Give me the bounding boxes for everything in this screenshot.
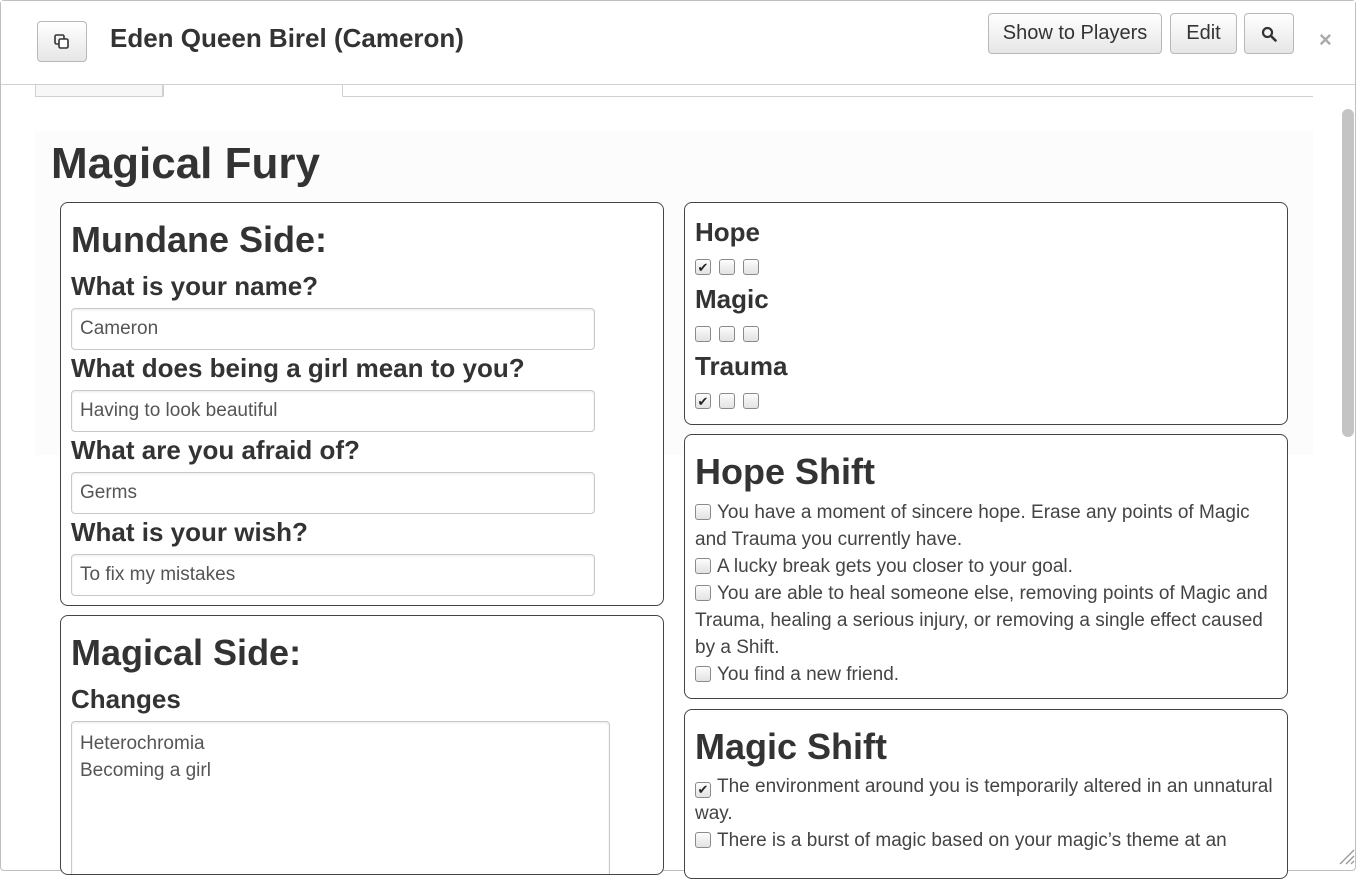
checkbox-checked[interactable]: ✔	[695, 393, 711, 409]
resize-handle-icon[interactable]	[1337, 847, 1355, 865]
name-input[interactable]: Cameron	[71, 308, 595, 350]
dialog-title: Eden Queen Birel (Cameron)	[110, 23, 464, 53]
changes-textarea[interactable]: Heterochromia Becoming a girl	[71, 721, 610, 874]
checkbox[interactable]	[695, 585, 711, 601]
dialog-titlebar: Eden Queen Birel (Cameron) Show to Playe…	[1, 1, 1355, 85]
checkbox-checked[interactable]: ✔	[695, 259, 711, 275]
edit-button[interactable]: Edit	[1170, 13, 1237, 54]
checkbox[interactable]	[695, 832, 711, 848]
magic-label: Magic	[695, 284, 769, 314]
magic-shift-list: ✔ The environment around you is temporari…	[695, 773, 1275, 854]
scrollbar[interactable]	[1342, 109, 1354, 437]
magical-heading: Magical Side:	[71, 632, 302, 673]
shift-item-text: There is a burst of magic based on your …	[717, 830, 1227, 851]
stats-panel: Hope ✔ Magic Trauma ✔	[684, 202, 1288, 425]
wish-input[interactable]: To fix my mistakes	[71, 554, 595, 596]
hope-shift-heading: Hope Shift	[695, 451, 875, 492]
checkbox[interactable]	[743, 326, 759, 342]
shift-item: You find a new friend.	[695, 661, 1275, 688]
shift-item: A lucky break gets you closer to your go…	[695, 553, 1275, 580]
magic-shift-panel: Magic Shift ✔ The environment around you …	[684, 709, 1288, 879]
trauma-checkboxes: ✔	[695, 393, 759, 409]
question-label: What is your wish?	[71, 517, 308, 547]
sheet-title: Magical Fury	[51, 139, 320, 188]
hope-checkboxes: ✔	[695, 259, 759, 275]
checkbox[interactable]	[743, 259, 759, 275]
hope-shift-list: You have a moment of sincere hope. Erase…	[695, 499, 1275, 688]
checkbox[interactable]	[719, 326, 735, 342]
checkbox[interactable]	[743, 393, 759, 409]
shift-item-text: You have a moment of sincere hope. Erase…	[695, 502, 1250, 550]
shift-item-text: A lucky break gets you closer to your go…	[717, 556, 1073, 577]
search-button[interactable]	[1244, 13, 1294, 54]
checkbox[interactable]	[695, 326, 711, 342]
mundane-heading: Mundane Side:	[71, 219, 328, 260]
trauma-label: Trauma	[695, 351, 788, 381]
shift-item-text: The environment around you is temporaril…	[695, 776, 1273, 824]
popout-button[interactable]	[37, 21, 87, 62]
shift-item: You have a moment of sincere hope. Erase…	[695, 499, 1275, 553]
changes-label: Changes	[71, 684, 181, 714]
search-icon	[1261, 26, 1277, 42]
fear-input[interactable]: Germs	[71, 472, 595, 514]
popout-icon	[54, 33, 69, 49]
magic-checkboxes	[695, 326, 759, 342]
magical-side-panel: Magical Side: Changes Heterochromia Beco…	[60, 615, 664, 875]
girl-meaning-input[interactable]: Having to look beautiful	[71, 390, 595, 432]
checkbox[interactable]	[719, 259, 735, 275]
show-to-players-button[interactable]: Show to Players	[988, 13, 1162, 54]
magic-shift-heading: Magic Shift	[695, 726, 888, 767]
checkbox[interactable]	[695, 558, 711, 574]
shift-item-text: You are able to heal someone else, remov…	[695, 583, 1268, 658]
character-sheet-dialog: Eden Queen Birel (Cameron) Show to Playe…	[0, 0, 1356, 879]
tab-2-active[interactable]	[163, 85, 343, 97]
shift-item: You are able to heal someone else, remov…	[695, 580, 1275, 661]
hope-label: Hope	[695, 217, 760, 247]
question-label: What does being a girl mean to you?	[71, 353, 525, 383]
tab-1[interactable]	[35, 85, 163, 97]
shift-item: ✔ The environment around you is temporari…	[695, 773, 1275, 827]
question-label: What is your name?	[71, 271, 319, 301]
checkbox[interactable]	[695, 666, 711, 682]
checkbox[interactable]	[719, 393, 735, 409]
shift-item: There is a burst of magic based on your …	[695, 827, 1275, 854]
close-icon[interactable]: ×	[1319, 29, 1332, 51]
shift-item-text: You find a new friend.	[717, 664, 900, 685]
checkbox[interactable]	[695, 504, 711, 520]
hope-shift-panel: Hope Shift You have a moment of sincere …	[684, 434, 1288, 699]
question-label: What are you afraid of?	[71, 435, 360, 465]
mundane-side-panel: Mundane Side: What is your name? Cameron…	[60, 202, 664, 606]
tab-bar	[35, 85, 1313, 97]
checkbox-checked[interactable]: ✔	[695, 781, 711, 798]
